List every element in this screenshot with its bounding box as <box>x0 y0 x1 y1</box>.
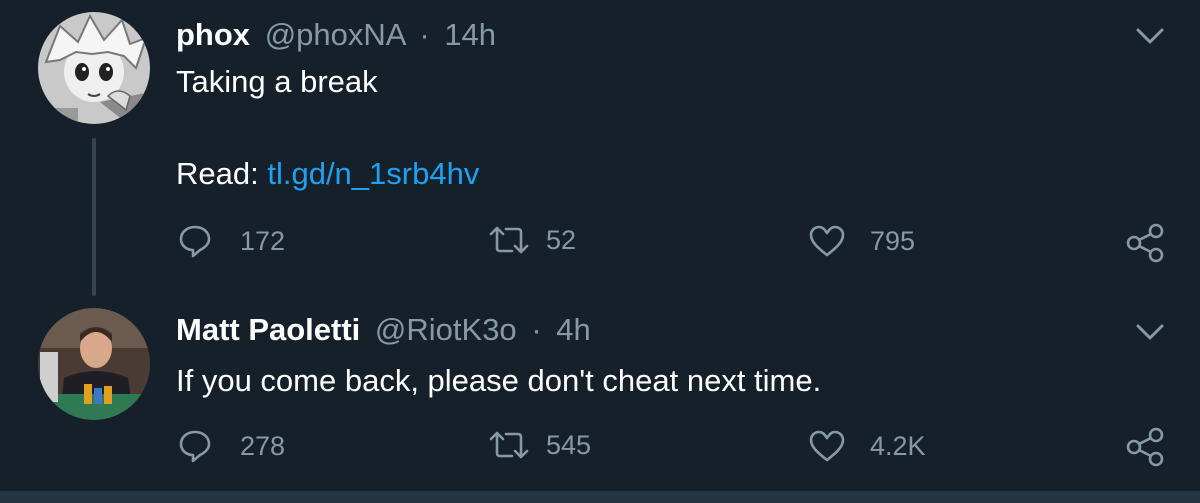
retweet-icon <box>489 226 529 254</box>
tweet-link[interactable]: tl.gd/n_1srb4hv <box>267 156 479 191</box>
user-handle[interactable]: @RiotK3o <box>375 312 517 347</box>
share-icon[interactable] <box>1124 222 1166 264</box>
separator-dot: · <box>531 312 542 347</box>
reply-icon <box>179 225 211 258</box>
timestamp[interactable]: 14h <box>444 17 496 52</box>
display-name[interactable]: Matt Paoletti <box>176 312 360 347</box>
retweet-icon <box>489 431 529 459</box>
chevron-down-icon[interactable] <box>1134 320 1166 344</box>
read-label: Read: <box>176 156 268 191</box>
reply-icon <box>179 430 211 463</box>
reply-button[interactable]: 278 <box>178 429 285 463</box>
like-icon <box>809 430 845 462</box>
tweet[interactable]: phox @phoxNA · 14h Taking a break Read: … <box>0 0 1200 300</box>
tweet-text-line: Read: tl.gd/n_1srb4hv <box>176 156 479 192</box>
tweet-header: phox @phoxNA · 14h <box>176 17 496 53</box>
tweet-text: Taking a break <box>176 64 378 99</box>
avatar[interactable] <box>38 12 150 124</box>
tweet-text: If you come back, please don't cheat nex… <box>176 363 822 398</box>
reply-count: 278 <box>240 431 286 461</box>
share-icon[interactable] <box>1124 426 1166 468</box>
retweet-button[interactable]: 52 <box>488 224 576 256</box>
retweet-count: 545 <box>546 430 592 460</box>
avatar[interactable] <box>38 308 150 420</box>
chevron-down-icon[interactable] <box>1134 24 1166 48</box>
thread-line <box>92 138 96 296</box>
retweet-count: 52 <box>546 225 577 255</box>
reply-button[interactable]: 172 <box>178 224 285 258</box>
like-count: 795 <box>870 226 916 256</box>
display-name[interactable]: phox <box>176 17 250 52</box>
tweet-header: Matt Paoletti @RiotK3o · 4h <box>176 312 591 348</box>
like-button[interactable]: 4.2K <box>808 429 926 463</box>
reply-count: 172 <box>240 226 286 256</box>
divider <box>0 491 1200 503</box>
retweet-button[interactable]: 545 <box>488 429 591 461</box>
separator-dot: · <box>419 17 430 52</box>
timestamp[interactable]: 4h <box>556 312 590 347</box>
like-count: 4.2K <box>870 431 926 461</box>
like-icon <box>809 225 845 257</box>
like-button[interactable]: 795 <box>808 224 915 258</box>
user-handle[interactable]: @phoxNA <box>265 17 405 52</box>
tweet[interactable]: Matt Paoletti @RiotK3o · 4h If you come … <box>0 300 1200 491</box>
